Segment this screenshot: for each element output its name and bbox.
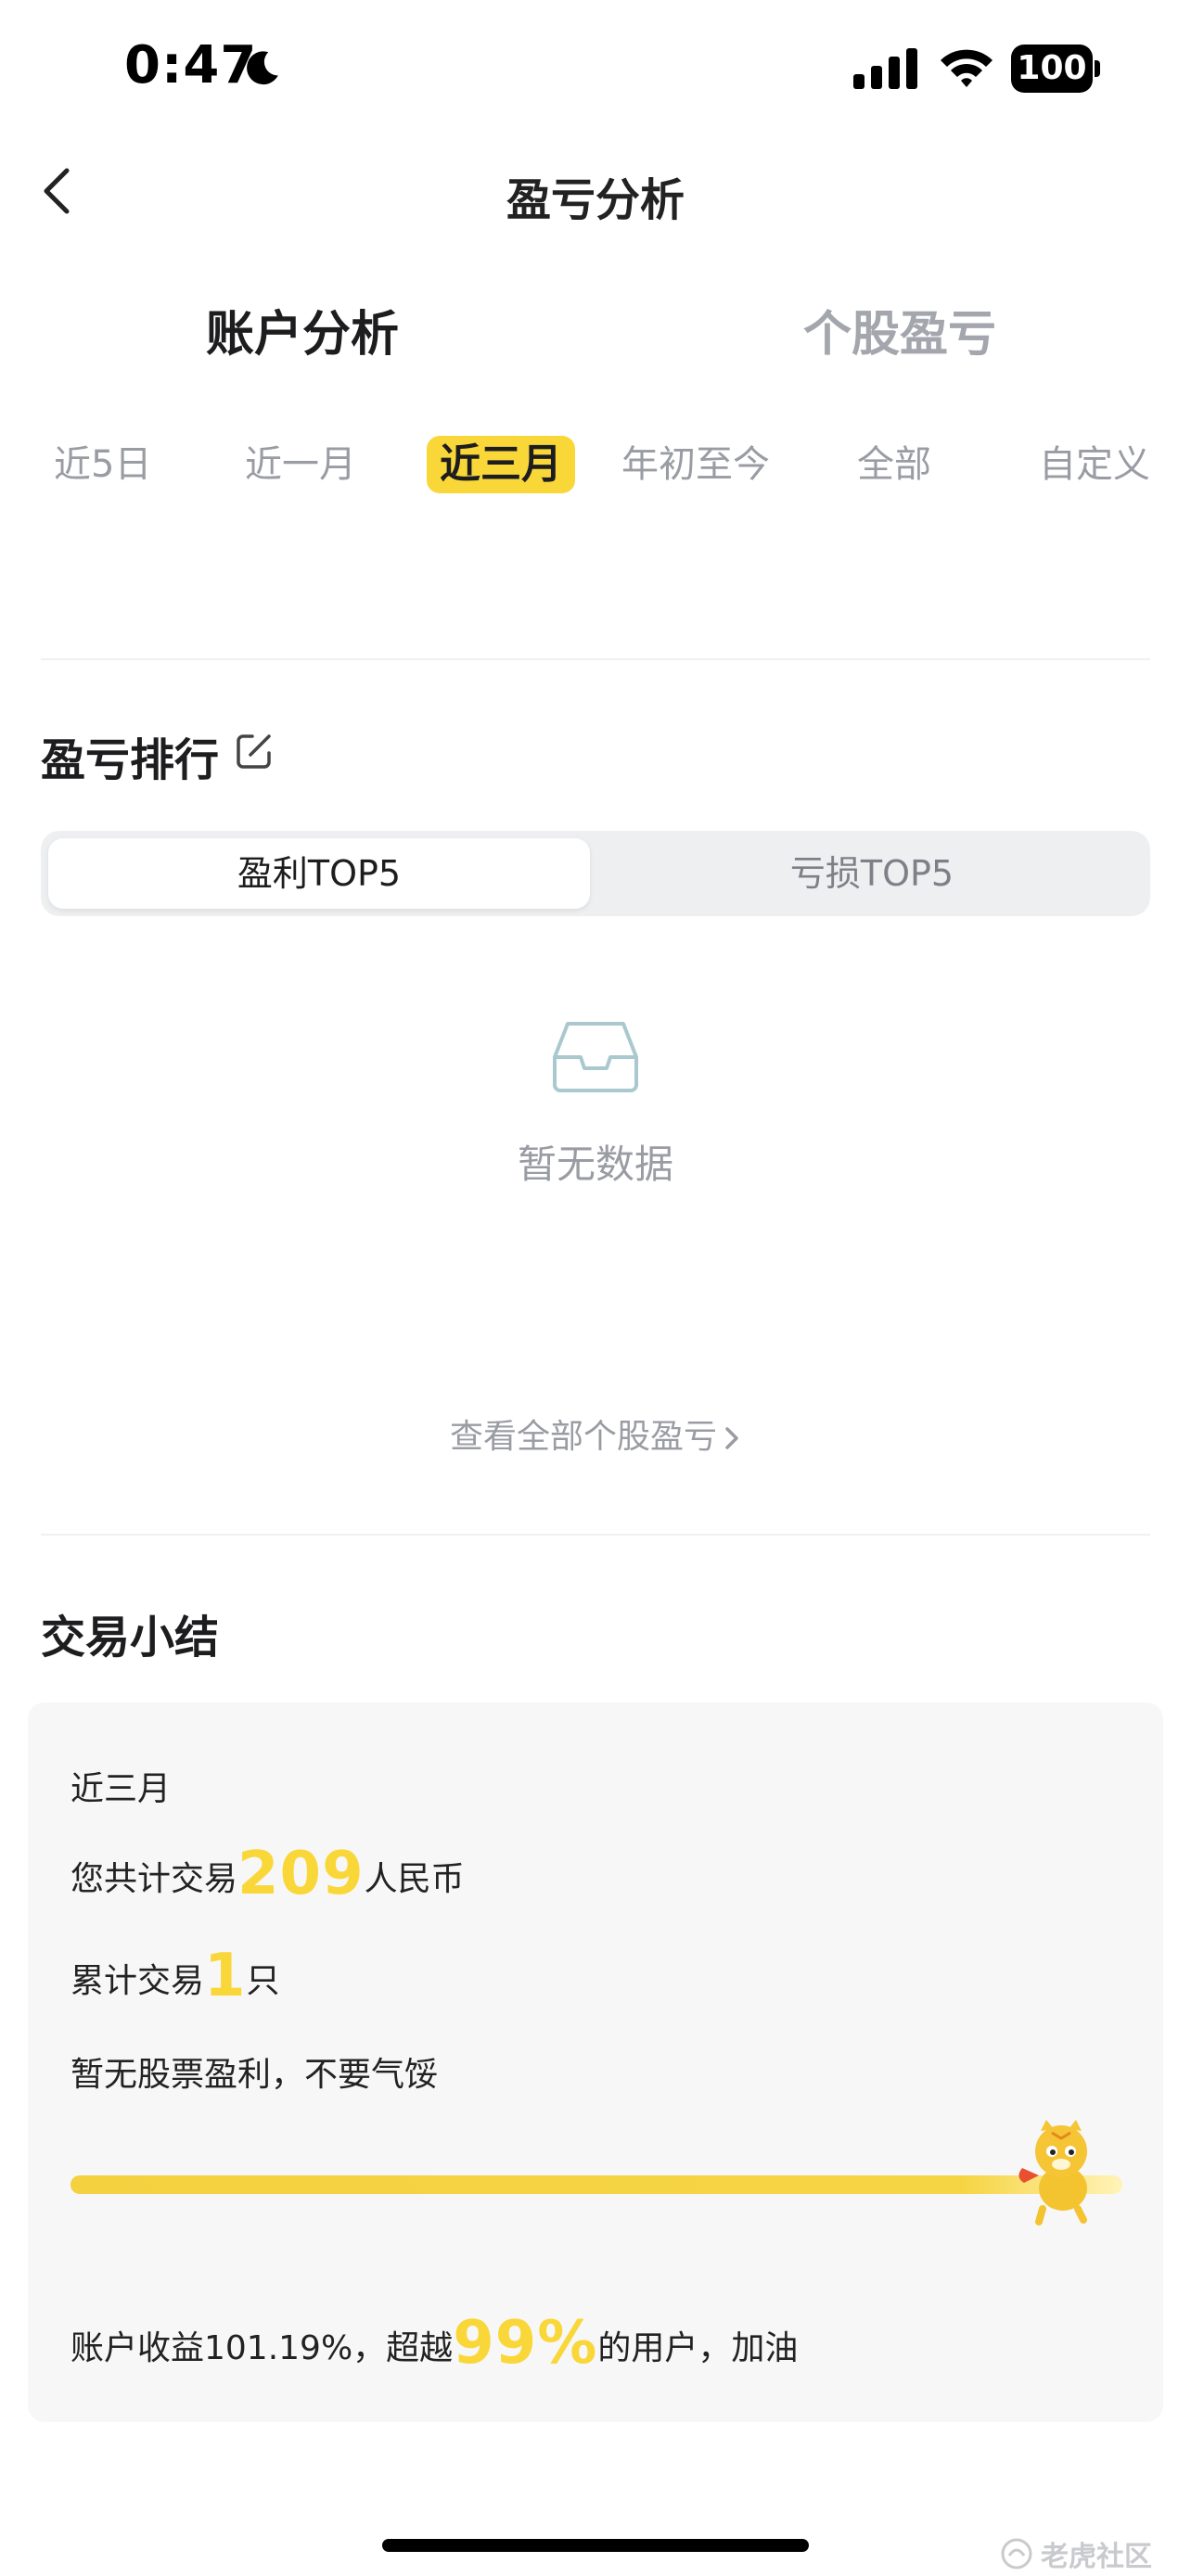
tab-loss-top5[interactable]: 亏损TOP5 xyxy=(601,838,1143,909)
ranking-title: 盈亏排行 xyxy=(41,734,220,786)
period-3m[interactable]: 近三月 xyxy=(427,436,575,493)
summary-title: 交易小结 xyxy=(41,1612,220,1664)
rank-progress-bar xyxy=(70,2175,1122,2194)
trade-summary-card: 近三月 您共计交易209人民币 累计交易1只 暂无股票盈利，不要气馁 账户收益1… xyxy=(28,1702,1163,2422)
trade-amount: 209 xyxy=(237,1840,365,1908)
home-indicator xyxy=(382,2539,809,2552)
view-all-stock-pnl-link[interactable]: 查看全部个股盈亏 xyxy=(0,1409,1191,1458)
signal-icon xyxy=(853,48,917,89)
summary-period: 近三月 xyxy=(70,1770,172,1808)
watermark-brand: 老虎社区 xyxy=(1041,2541,1152,2573)
tab-account-analysis[interactable]: 账户分析 xyxy=(206,295,399,364)
status-time: 0:47 xyxy=(124,35,258,96)
trade-amount-line: 您共计交易209人民币 xyxy=(70,1840,465,1908)
empty-state-text: 暂无数据 xyxy=(517,1141,673,1187)
tab-stock-pnl[interactable]: 个股盈亏 xyxy=(803,295,996,364)
period-ytd[interactable]: 年初至今 xyxy=(621,436,770,493)
period-all[interactable]: 全部 xyxy=(857,436,931,493)
divider xyxy=(41,658,1150,660)
period-1m[interactable]: 近一月 xyxy=(245,436,356,493)
chevron-right-icon xyxy=(725,1427,738,1449)
tiger-mascot-icon xyxy=(1018,2120,1087,2225)
wifi-icon xyxy=(941,49,992,87)
page: 0:47 100 盈亏分析 账户分析 个股盈亏 近5日 近一月 近三月 年初至今… xyxy=(0,0,1191,2576)
ranking-segment: 盈利TOP5 亏损TOP5 xyxy=(41,831,1150,916)
view-all-label: 查看全部个股盈亏 xyxy=(449,1418,717,1456)
empty-inbox-icon xyxy=(553,1022,638,1092)
period-custom[interactable]: 自定义 xyxy=(1039,436,1150,493)
account-return-line: 账户收益101.19%，超越99%的用户，加油 xyxy=(70,2309,799,2378)
edit-icon[interactable] xyxy=(234,731,275,772)
tiger-community-logo-icon xyxy=(1001,2538,1032,2570)
no-profit-text: 暂无股票盈利，不要气馁 xyxy=(70,2056,439,2094)
divider xyxy=(41,1534,1150,1536)
battery-icon: 100 xyxy=(1011,45,1100,93)
trade-count: 1 xyxy=(204,1942,247,2010)
beat-percent: 99% xyxy=(453,2309,598,2378)
tab-profit-top5[interactable]: 盈利TOP5 xyxy=(48,838,590,909)
battery-level: 100 xyxy=(1017,49,1087,87)
trade-count-line: 累计交易1只 xyxy=(70,1942,280,2010)
moon-icon xyxy=(247,51,278,85)
page-title: 盈亏分析 xyxy=(506,174,685,226)
period-5d[interactable]: 近5日 xyxy=(54,436,151,493)
